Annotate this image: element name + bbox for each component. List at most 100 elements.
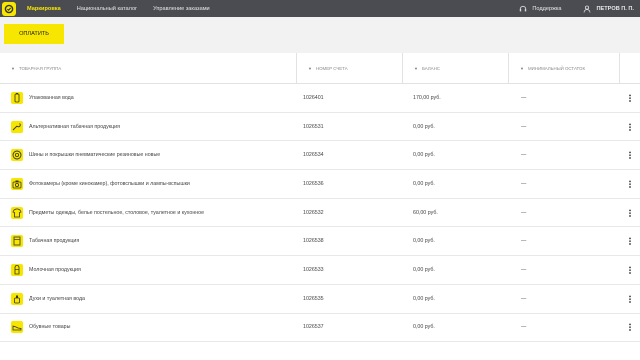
product-group-name: Фотокамеры (кроме кинокамер), фотовспышк… — [29, 180, 190, 187]
action-bar: ОПЛАТИТЬ — [0, 17, 640, 50]
table-row[interactable]: Фотокамеры (кроме кинокамер), фотовспышк… — [0, 170, 640, 199]
cell-balance: 0,00 руб. — [413, 152, 435, 159]
sort-caret-icon: ▼ — [414, 65, 418, 71]
kebab-menu-icon — [629, 122, 631, 131]
cell-account-number: 1026534 — [303, 152, 324, 159]
row-menu-button[interactable] — [620, 84, 640, 112]
cell-product-group: Предметы одежды, белье постельное, столо… — [0, 199, 297, 227]
header-label: МИНИМАЛЬНЫЙ ОСТАТОК — [527, 65, 586, 71]
product-group-name: Табачная продукция — [29, 238, 80, 245]
cell-min-balance: — — [521, 152, 527, 159]
cell-product-group: Духи и туалетная вода — [0, 285, 297, 313]
table-row[interactable]: Молочная продукция 1026533 0,00 руб. — — [0, 256, 640, 285]
tire-icon — [11, 149, 23, 162]
row-menu-button[interactable] — [620, 285, 640, 313]
headset-icon — [520, 5, 527, 11]
cell-account-number: 1026532 — [303, 209, 324, 216]
user-icon — [583, 5, 590, 13]
cell-account-number: 1026531 — [303, 123, 324, 130]
product-group-name: Упакованная вода — [29, 94, 74, 101]
cell-min-balance: — — [521, 94, 527, 101]
logo-icon[interactable] — [2, 1, 16, 16]
cell-min-balance: — — [521, 295, 527, 302]
header-label: ТОВАРНАЯ ГРУППА — [18, 65, 62, 71]
header-menu-column — [620, 53, 640, 83]
cell-balance: 0,00 руб. — [413, 123, 435, 130]
user-menu[interactable]: ПЕТРОВ П. П. — [583, 5, 634, 13]
user-name: ПЕТРОВ П. П. — [596, 5, 634, 12]
cell-balance: 0,00 руб. — [413, 238, 435, 245]
bottle-icon — [11, 91, 23, 104]
cell-balance: 0,00 руб. — [413, 324, 435, 331]
header-min-balance[interactable]: ▼ МИНИМАЛЬНЫЙ ОСТАТОК — [509, 53, 620, 83]
milk-icon — [11, 263, 23, 276]
cell-balance: 0,00 руб. — [413, 266, 435, 273]
table-row[interactable]: Духи и туалетная вода 1026535 0,00 руб. — — [0, 285, 640, 314]
kebab-menu-icon — [629, 179, 631, 188]
cell-balance: 170,00 руб. — [413, 94, 441, 101]
cell-product-group: Шины и покрышки пневматические резиновые… — [0, 141, 297, 169]
table-row[interactable]: Обувные товары 1026537 0,00 руб. — — [0, 314, 640, 343]
table-row[interactable]: Альтернативная табачная продукция 1026531… — [0, 113, 640, 142]
sort-caret-icon: ▼ — [520, 65, 524, 71]
table-header: ▼ ТОВАРНАЯ ГРУППА ▼ НОМЕР СЧЕТА ▼ БАЛАНС ▼ М… — [0, 53, 640, 84]
header-label: БАЛАНС — [421, 65, 440, 71]
cell-product-group: Альтернативная табачная продукция — [0, 113, 297, 141]
perfume-icon — [11, 292, 23, 305]
cell-account-number: 1026533 — [303, 266, 324, 273]
nav-item-order-management[interactable]: Управление заказами — [153, 6, 210, 12]
row-menu-button[interactable] — [620, 227, 640, 255]
kebab-menu-icon — [629, 294, 631, 303]
pay-button[interactable]: ОПЛАТИТЬ — [4, 24, 64, 44]
kebab-menu-icon — [629, 265, 631, 274]
product-group-name: Шины и покрышки пневматические резиновые… — [29, 152, 161, 159]
cell-account-number: 1026401 — [303, 94, 324, 101]
pipe-icon — [11, 120, 23, 133]
cell-product-group: Табачная продукция — [0, 227, 297, 255]
kebab-menu-icon — [629, 93, 631, 102]
row-menu-button[interactable] — [620, 314, 640, 342]
cell-account-number: 1026536 — [303, 180, 324, 187]
row-menu-button[interactable] — [620, 256, 640, 284]
support-label: Поддержка — [532, 5, 562, 12]
cell-account-number: 1026537 — [303, 324, 324, 331]
table-row[interactable]: Табачная продукция 1026538 0,00 руб. — — [0, 227, 640, 257]
header-label: НОМЕР СЧЕТА — [315, 65, 348, 71]
cell-account-number: 1026535 — [303, 295, 324, 302]
camera-icon — [11, 177, 23, 190]
cell-product-group: Обувные товары — [0, 314, 297, 342]
cell-account-number: 1026538 — [303, 238, 324, 245]
product-group-name: Духи и туалетная вода — [29, 295, 85, 302]
product-group-name: Предметы одежды, белье постельное, столо… — [29, 209, 205, 216]
clothes-icon — [11, 206, 23, 219]
nav-item-national-catalog[interactable]: Национальный каталог — [77, 6, 137, 12]
table-body: Упакованная вода 1026401 170,00 руб. — Альте… — [0, 84, 640, 343]
table-row[interactable]: Упакованная вода 1026401 170,00 руб. — — [0, 84, 640, 113]
cell-min-balance: — — [521, 324, 527, 331]
table-row[interactable]: Предметы одежды, белье постельное, столо… — [0, 199, 640, 228]
product-group-name: Молочная продукция — [29, 266, 81, 273]
product-group-name: Обувные товары — [29, 324, 71, 331]
kebab-menu-icon — [629, 323, 631, 332]
kebab-menu-icon — [629, 208, 631, 217]
row-menu-button[interactable] — [620, 113, 640, 141]
header-account-number[interactable]: ▼ НОМЕР СЧЕТА — [297, 53, 403, 83]
row-menu-button[interactable] — [620, 170, 640, 198]
accounts-table: ▼ ТОВАРНАЯ ГРУППА ▼ НОМЕР СЧЕТА ▼ БАЛАНС ▼ М… — [0, 53, 640, 360]
nav-item-marking[interactable]: Маркировка — [27, 6, 61, 12]
kebab-menu-icon — [629, 151, 631, 160]
support-link[interactable]: Поддержка — [519, 5, 562, 13]
cell-product-group: Упакованная вода — [0, 84, 297, 112]
cell-min-balance: — — [521, 123, 527, 130]
row-menu-button[interactable] — [620, 199, 640, 227]
kebab-menu-icon — [629, 237, 631, 246]
header-product-group[interactable]: ▼ ТОВАРНАЯ ГРУППА — [0, 53, 297, 83]
product-group-name: Альтернативная табачная продукция — [29, 123, 120, 130]
header-balance[interactable]: ▼ БАЛАНС — [403, 53, 509, 83]
row-menu-button[interactable] — [620, 141, 640, 169]
cell-min-balance: — — [521, 238, 527, 245]
table-row[interactable]: Шины и покрышки пневматические резиновые… — [0, 141, 640, 171]
top-navigation-bar: Маркировка Национальный каталог Управлен… — [0, 0, 640, 17]
cell-product-group: Молочная продукция — [0, 256, 297, 284]
cell-balance: 60,00 руб. — [413, 209, 438, 216]
